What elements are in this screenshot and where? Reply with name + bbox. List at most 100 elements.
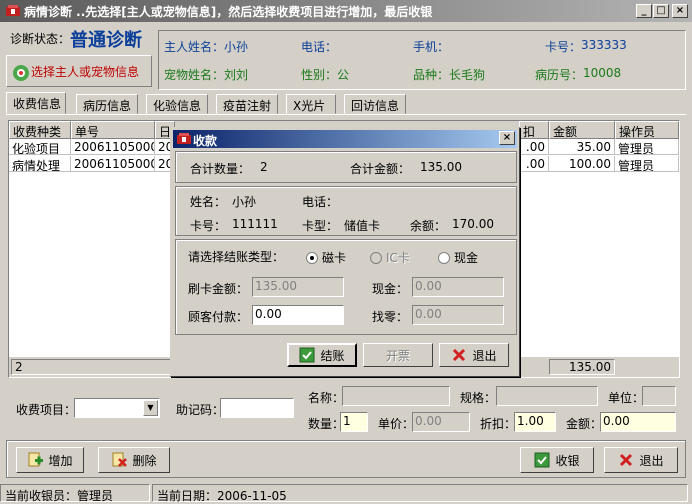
status-bar: 当前收银员：管理员 当前日期：2006-11-05	[0, 484, 692, 503]
customer-paid-input[interactable]: 0.00	[252, 305, 344, 325]
quantity-input[interactable]: 1	[340, 412, 368, 432]
swipe-amount-field: 135.00	[252, 277, 344, 297]
pay-option-card-label: 磁卡	[322, 251, 347, 265]
cash-field: 0.00	[412, 277, 504, 297]
tab-followup[interactable]: 回访信息	[344, 94, 406, 114]
grid-header-type[interactable]: 收费种类	[9, 121, 71, 139]
radio-cash-icon[interactable]	[438, 251, 450, 264]
diagnosis-status-value: 普通诊断	[70, 30, 142, 51]
mnemonic-input[interactable]	[220, 398, 294, 418]
discount-label: 折扣：	[480, 417, 517, 431]
total-qty-value: 2	[260, 160, 268, 174]
radio-ic-icon[interactable]	[370, 251, 382, 264]
change-label: 找零：	[372, 310, 409, 324]
chevron-down-icon[interactable]: ▼	[143, 400, 158, 416]
app-icon	[5, 4, 21, 18]
table-row-2-discount[interactable]: .00	[519, 156, 549, 172]
price-label: 单价：	[378, 417, 415, 431]
dialog-title-bar: 收款 ×	[173, 130, 517, 148]
settle-check-icon	[299, 347, 315, 363]
table-row-2-amount[interactable]: 100.00	[549, 156, 615, 172]
tab-lab-info[interactable]: 化验信息	[146, 94, 208, 114]
customer-paid-label: 顾客付款：	[188, 310, 249, 324]
table-row-1-number[interactable]: 200611050001	[71, 139, 155, 155]
tab-xray[interactable]: X光片	[286, 94, 336, 114]
table-row-1-discount[interactable]: .00	[519, 139, 549, 155]
tab-medical-record[interactable]: 病历信息	[76, 94, 138, 114]
item-spec-field	[496, 386, 598, 406]
table-row-2-operator[interactable]: 管理员	[615, 156, 679, 172]
pay-option-cash-label: 现金	[454, 251, 479, 265]
discount-input[interactable]: 1.00	[514, 412, 556, 432]
dialog-phone-label: 电话：	[302, 195, 339, 209]
close-button[interactable]: ×	[672, 4, 688, 18]
dialog-exit-button[interactable]: 退出	[439, 343, 509, 367]
grid-header-number[interactable]: 单号	[71, 121, 155, 139]
add-icon	[27, 452, 44, 468]
table-row-2-number[interactable]: 200611050001	[71, 156, 155, 172]
maximize-button[interactable]: □	[653, 4, 669, 18]
mnemonic-label: 助记码：	[176, 403, 225, 417]
owner-name-label: 主人姓名：	[164, 40, 225, 54]
item-name-label: 名称：	[308, 391, 345, 405]
radio-card-icon[interactable]	[306, 251, 318, 264]
pet-name-label: 宠物姓名：	[164, 68, 225, 82]
total-amount-value: 135.00	[420, 160, 462, 174]
item-unit-field	[642, 386, 676, 406]
dialog-exit-button-label: 退出	[472, 348, 497, 363]
dialog-card-label: 卡号：	[190, 219, 227, 233]
cash-label: 现金：	[372, 282, 409, 296]
item-spec-label: 规格：	[460, 391, 497, 405]
quantity-label: 数量：	[308, 417, 345, 431]
status-cashier: 当前收银员：管理员	[0, 484, 150, 503]
exit-icon	[618, 452, 634, 468]
grid-footer-count: 2	[11, 359, 171, 375]
grid-header-amount[interactable]: 金额	[549, 121, 615, 139]
swipe-amount-label: 刷卡金额：	[188, 282, 249, 296]
item-unit-label: 单位：	[608, 391, 645, 405]
charge-item-combo[interactable]: ▼	[74, 398, 160, 418]
minimize-button[interactable]: _	[636, 4, 652, 18]
owner-phone-label: 电话：	[301, 40, 338, 54]
pet-select-icon	[11, 63, 29, 81]
dialog-close-button[interactable]: ×	[499, 131, 515, 145]
dialog-totals-section: 合计数量： 2 合计金额： 135.00	[175, 151, 517, 183]
owner-pet-info-panel: 主人姓名： 小孙 电话： 手机： 卡号： 333333 宠物姓名： 刘刘 性别：…	[158, 30, 686, 90]
dialog-name-label: 姓名：	[190, 195, 227, 209]
grid-header-discount[interactable]: 扣	[519, 121, 549, 139]
dialog-cardtype-value: 储值卡	[344, 219, 381, 233]
grid-header-operator[interactable]: 操作员	[615, 121, 679, 139]
checkout-button[interactable]: 收银	[520, 447, 594, 473]
charge-item-label: 收费项目：	[16, 403, 77, 417]
delete-button[interactable]: 删除	[98, 447, 170, 473]
grid-footer-total: 135.00	[549, 359, 615, 375]
delete-icon	[111, 452, 128, 468]
table-row-1-type[interactable]: 化验项目	[9, 139, 71, 155]
exit-button[interactable]: 退出	[604, 447, 678, 473]
table-row-1-amount[interactable]: 35.00	[549, 139, 615, 155]
add-button[interactable]: 增加	[16, 447, 84, 473]
change-field: 0.00	[412, 305, 504, 325]
owner-card-value: 333333	[581, 38, 627, 52]
owner-mobile-label: 手机：	[413, 40, 450, 54]
dialog-payment-section: 请选择结账类型： 磁卡 IC卡 现金 刷卡金额： 135.00 现金： 0.00…	[175, 239, 517, 335]
amount-input[interactable]: 0.00	[600, 412, 676, 432]
item-name-field	[342, 386, 450, 406]
price-field: 0.00	[412, 412, 470, 432]
invoice-button[interactable]: 开票	[363, 343, 433, 367]
pet-breed-value: 长毛狗	[449, 68, 486, 82]
add-button-label: 增加	[48, 453, 73, 468]
table-row-1-operator[interactable]: 管理员	[615, 139, 679, 155]
dialog-cardtype-label: 卡型：	[302, 219, 339, 233]
check-icon	[534, 452, 550, 468]
settle-button[interactable]: 结账	[287, 343, 357, 367]
status-date: 当前日期：2006-11-05	[152, 484, 688, 503]
pay-option-cash[interactable]: 现金	[438, 249, 478, 266]
pay-option-ic[interactable]: IC卡	[370, 249, 410, 266]
pay-option-card[interactable]: 磁卡	[306, 249, 346, 266]
select-owner-pet-button[interactable]: 选择主人或宠物信息	[6, 55, 152, 87]
tab-vaccine[interactable]: 疫苗注射	[216, 94, 278, 114]
tab-charge-info[interactable]: 收费信息	[6, 92, 66, 114]
pet-sex-label: 性别：	[301, 68, 338, 82]
table-row-2-type[interactable]: 病情处理	[9, 156, 71, 172]
